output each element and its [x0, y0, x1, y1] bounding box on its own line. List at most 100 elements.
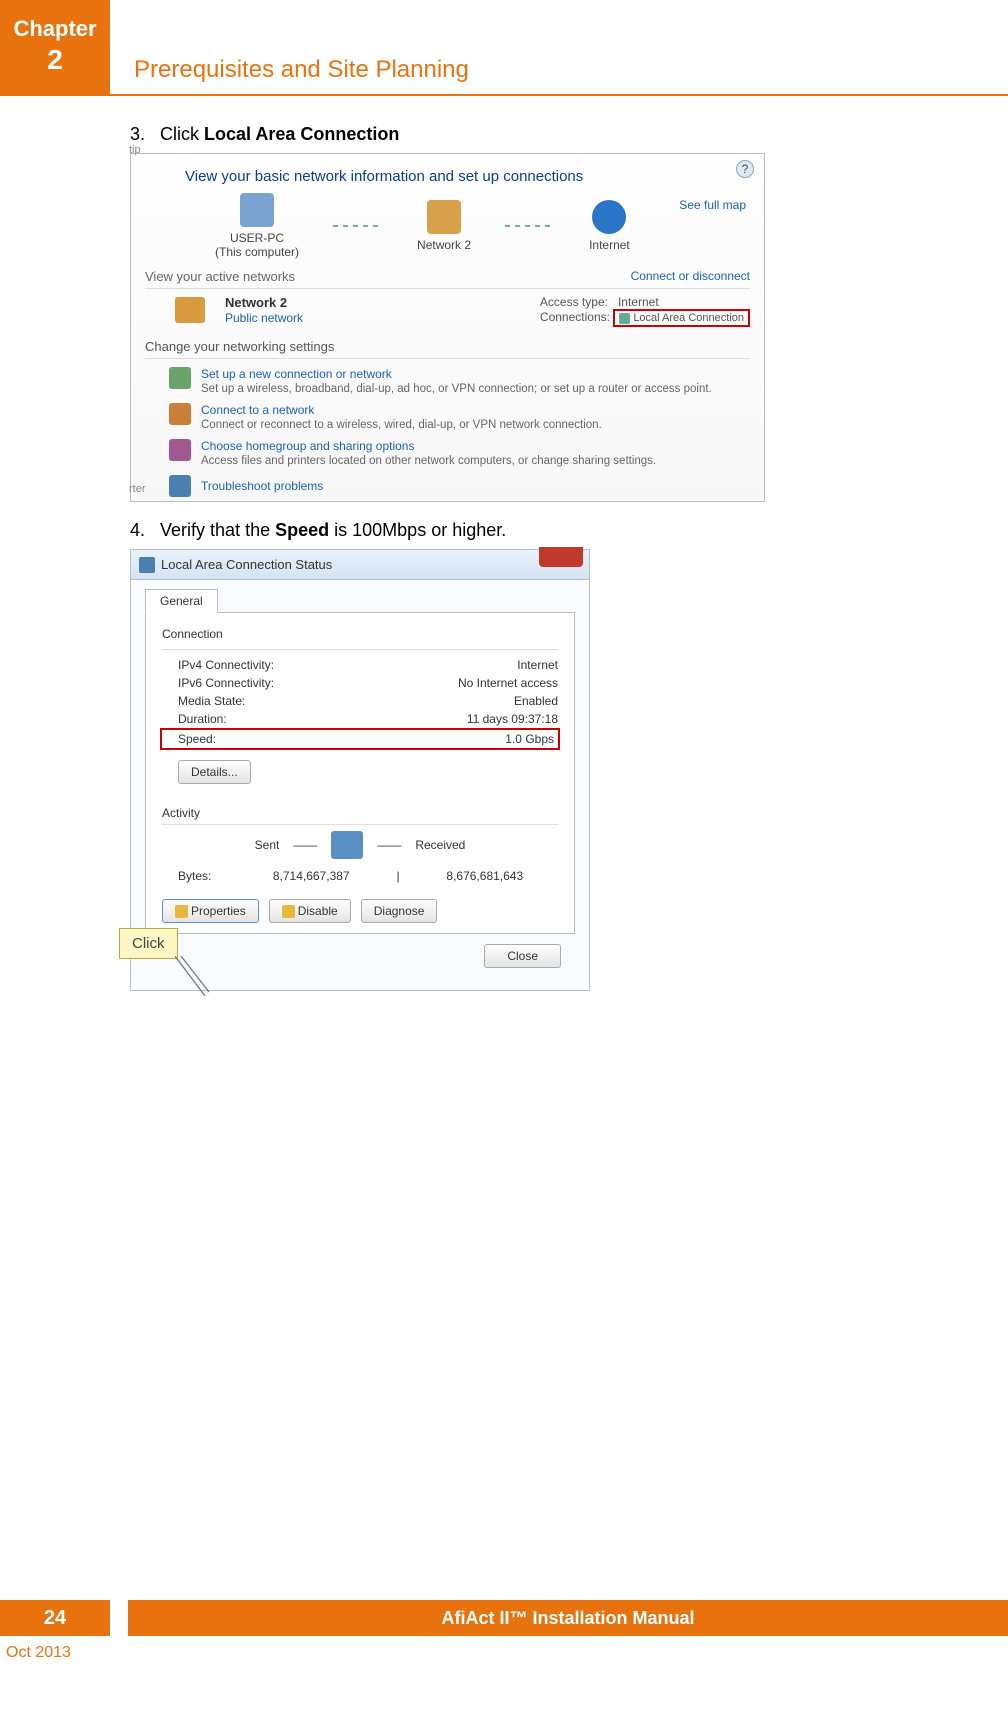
tab-general[interactable]: General	[145, 589, 218, 613]
properties-button[interactable]: Properties	[162, 899, 259, 923]
node-this-computer: USER-PC (This computer)	[215, 193, 299, 259]
option-setup-desc: Set up a wireless, broadband, dial-up, a…	[201, 383, 712, 395]
speed-value: 1.0 Gbps	[505, 732, 554, 746]
tab-panel: Connection IPv4 Connectivity:Internet IP…	[145, 612, 575, 934]
activity-values-row: Bytes: 8,714,667,387 | 8,676,681,643	[162, 865, 558, 893]
sent-label: Sent	[255, 838, 280, 852]
speed-label: Speed:	[178, 732, 505, 746]
globe-icon	[592, 200, 626, 234]
step-3-text: Click	[160, 124, 204, 144]
option-connect-desc: Connect or reconnect to a wireless, wire…	[201, 419, 602, 431]
option-connect-link: Connect to a network	[201, 403, 602, 417]
node1-sublabel: (This computer)	[215, 245, 299, 259]
page-header: Chapter 2 Prerequisites and Site Plannin…	[0, 0, 1008, 96]
callout-pointer	[175, 956, 211, 1000]
homegroup-icon	[169, 439, 191, 461]
step-3-number: 3.	[130, 124, 145, 144]
bytes-sent: 8,714,667,387	[238, 869, 384, 883]
network-heading: View your basic network information and …	[185, 168, 750, 185]
access-block: Access type: Internet Connections: Local…	[540, 295, 750, 327]
diagnose-button[interactable]: Diagnose	[361, 899, 438, 923]
computer-icon	[240, 193, 274, 227]
divider	[162, 649, 558, 650]
network-map-row: USER-PC (This computer) Network 2 Intern…	[215, 193, 750, 259]
action-button-row: Properties Disable Diagnose	[162, 899, 558, 923]
details-button[interactable]: Details...	[178, 760, 251, 784]
activity-monitor-icon	[331, 831, 363, 859]
option-troubleshoot-link: Troubleshoot problems	[201, 479, 323, 493]
bench-icon	[175, 297, 205, 323]
node-internet: Internet	[589, 200, 630, 252]
shield-icon	[175, 905, 188, 918]
step-4-pre: Verify that the	[160, 520, 275, 540]
row-ipv4: IPv4 Connectivity:Internet	[162, 656, 558, 674]
bytes-label: Bytes:	[178, 869, 238, 883]
dialog-titlebar: Local Area Connection Status	[131, 550, 589, 580]
chapter-number: 2	[0, 44, 110, 76]
footer-bar: 24 AfiAct II™ Installation Manual	[0, 1600, 1008, 1636]
node2-label: Network 2	[417, 238, 471, 252]
chapter-title: Prerequisites and Site Planning	[134, 56, 469, 94]
chapter-badge: Chapter 2	[0, 0, 110, 94]
local-area-connection-link[interactable]: Local Area Connection	[613, 309, 750, 327]
help-icon[interactable]: ?	[736, 160, 754, 178]
connect-disconnect-link[interactable]: Connect or disconnect	[631, 269, 750, 283]
row-ipv6: IPv6 Connectivity:No Internet access	[162, 674, 558, 692]
node-network: Network 2	[417, 200, 471, 252]
access-type-value: Internet	[618, 295, 659, 309]
step-3: 3. Click Local Area Connection	[130, 124, 948, 145]
page-number: 24	[0, 1600, 110, 1636]
dialog-title: Local Area Connection Status	[161, 557, 332, 572]
corner-text-left: rter	[129, 483, 146, 495]
received-label: Received	[415, 838, 465, 852]
page-footer: 24 AfiAct II™ Installation Manual Oct 20…	[0, 1600, 1008, 1662]
disable-button[interactable]: Disable	[269, 899, 351, 923]
close-icon[interactable]	[539, 547, 583, 567]
step-4-post: is 100Mbps or higher.	[329, 520, 506, 540]
node3-label: Internet	[589, 238, 630, 252]
option-troubleshoot[interactable]: Troubleshoot problems	[169, 475, 750, 497]
option-setup-link: Set up a new connection or network	[201, 367, 712, 381]
divider	[162, 824, 558, 825]
chapter-word: Chapter	[0, 16, 110, 42]
connection-line-icon	[505, 225, 555, 227]
manual-title: AfiAct II™ Installation Manual	[128, 1600, 1008, 1636]
active-network-row: Network 2 Public network Access type: In…	[175, 295, 750, 327]
active-networks-label: View your active networks Connect or dis…	[145, 269, 750, 284]
access-type-label: Access type:	[540, 295, 608, 309]
close-button[interactable]: Close	[484, 944, 561, 968]
activity-label: Activity	[162, 806, 558, 820]
network-type-link[interactable]: Public network	[225, 311, 303, 325]
step-4: 4. Verify that the Speed is 100Mbps or h…	[130, 520, 948, 541]
nic-icon	[139, 557, 155, 573]
option-homegroup-desc: Access files and printers located on oth…	[201, 455, 656, 467]
network-name: Network 2	[225, 295, 287, 310]
activity-section: Activity Sent —— —— Received Bytes: 8,71…	[162, 806, 558, 923]
corner-text-top: tip	[129, 144, 141, 156]
activity-icon-row: Sent —— —— Received	[162, 831, 558, 859]
dialog-body: General Connection IPv4 Connectivity:Int…	[131, 580, 589, 990]
click-callout: Click	[119, 928, 178, 959]
bytes-received: 8,676,681,643	[412, 869, 558, 883]
connections-label: Connections:	[540, 310, 610, 324]
change-settings-label: Change your networking settings	[145, 339, 750, 354]
divider	[145, 288, 750, 289]
setup-icon	[169, 367, 191, 389]
connection-line-icon	[333, 225, 383, 227]
option-connect-network[interactable]: Connect to a network Connect or reconnec…	[169, 403, 750, 431]
nic-icon	[619, 313, 630, 324]
network-icon	[427, 200, 461, 234]
step-4-bold: Speed	[275, 520, 329, 540]
option-setup-connection[interactable]: Set up a new connection or network Set u…	[169, 367, 750, 395]
option-homegroup-link: Choose homegroup and sharing options	[201, 439, 656, 453]
step-4-number: 4.	[130, 520, 145, 540]
connect-icon	[169, 403, 191, 425]
row-speed-highlighted: Speed: 1.0 Gbps	[160, 728, 560, 750]
footer-date: Oct 2013	[6, 1644, 1008, 1662]
node1-label: USER-PC	[215, 231, 299, 245]
shield-icon	[282, 905, 295, 918]
divider	[145, 358, 750, 359]
figure-network-center: tip rter ? View your basic network infor…	[130, 153, 765, 502]
see-full-map-link[interactable]: See full map	[679, 198, 746, 212]
option-homegroup[interactable]: Choose homegroup and sharing options Acc…	[169, 439, 750, 467]
